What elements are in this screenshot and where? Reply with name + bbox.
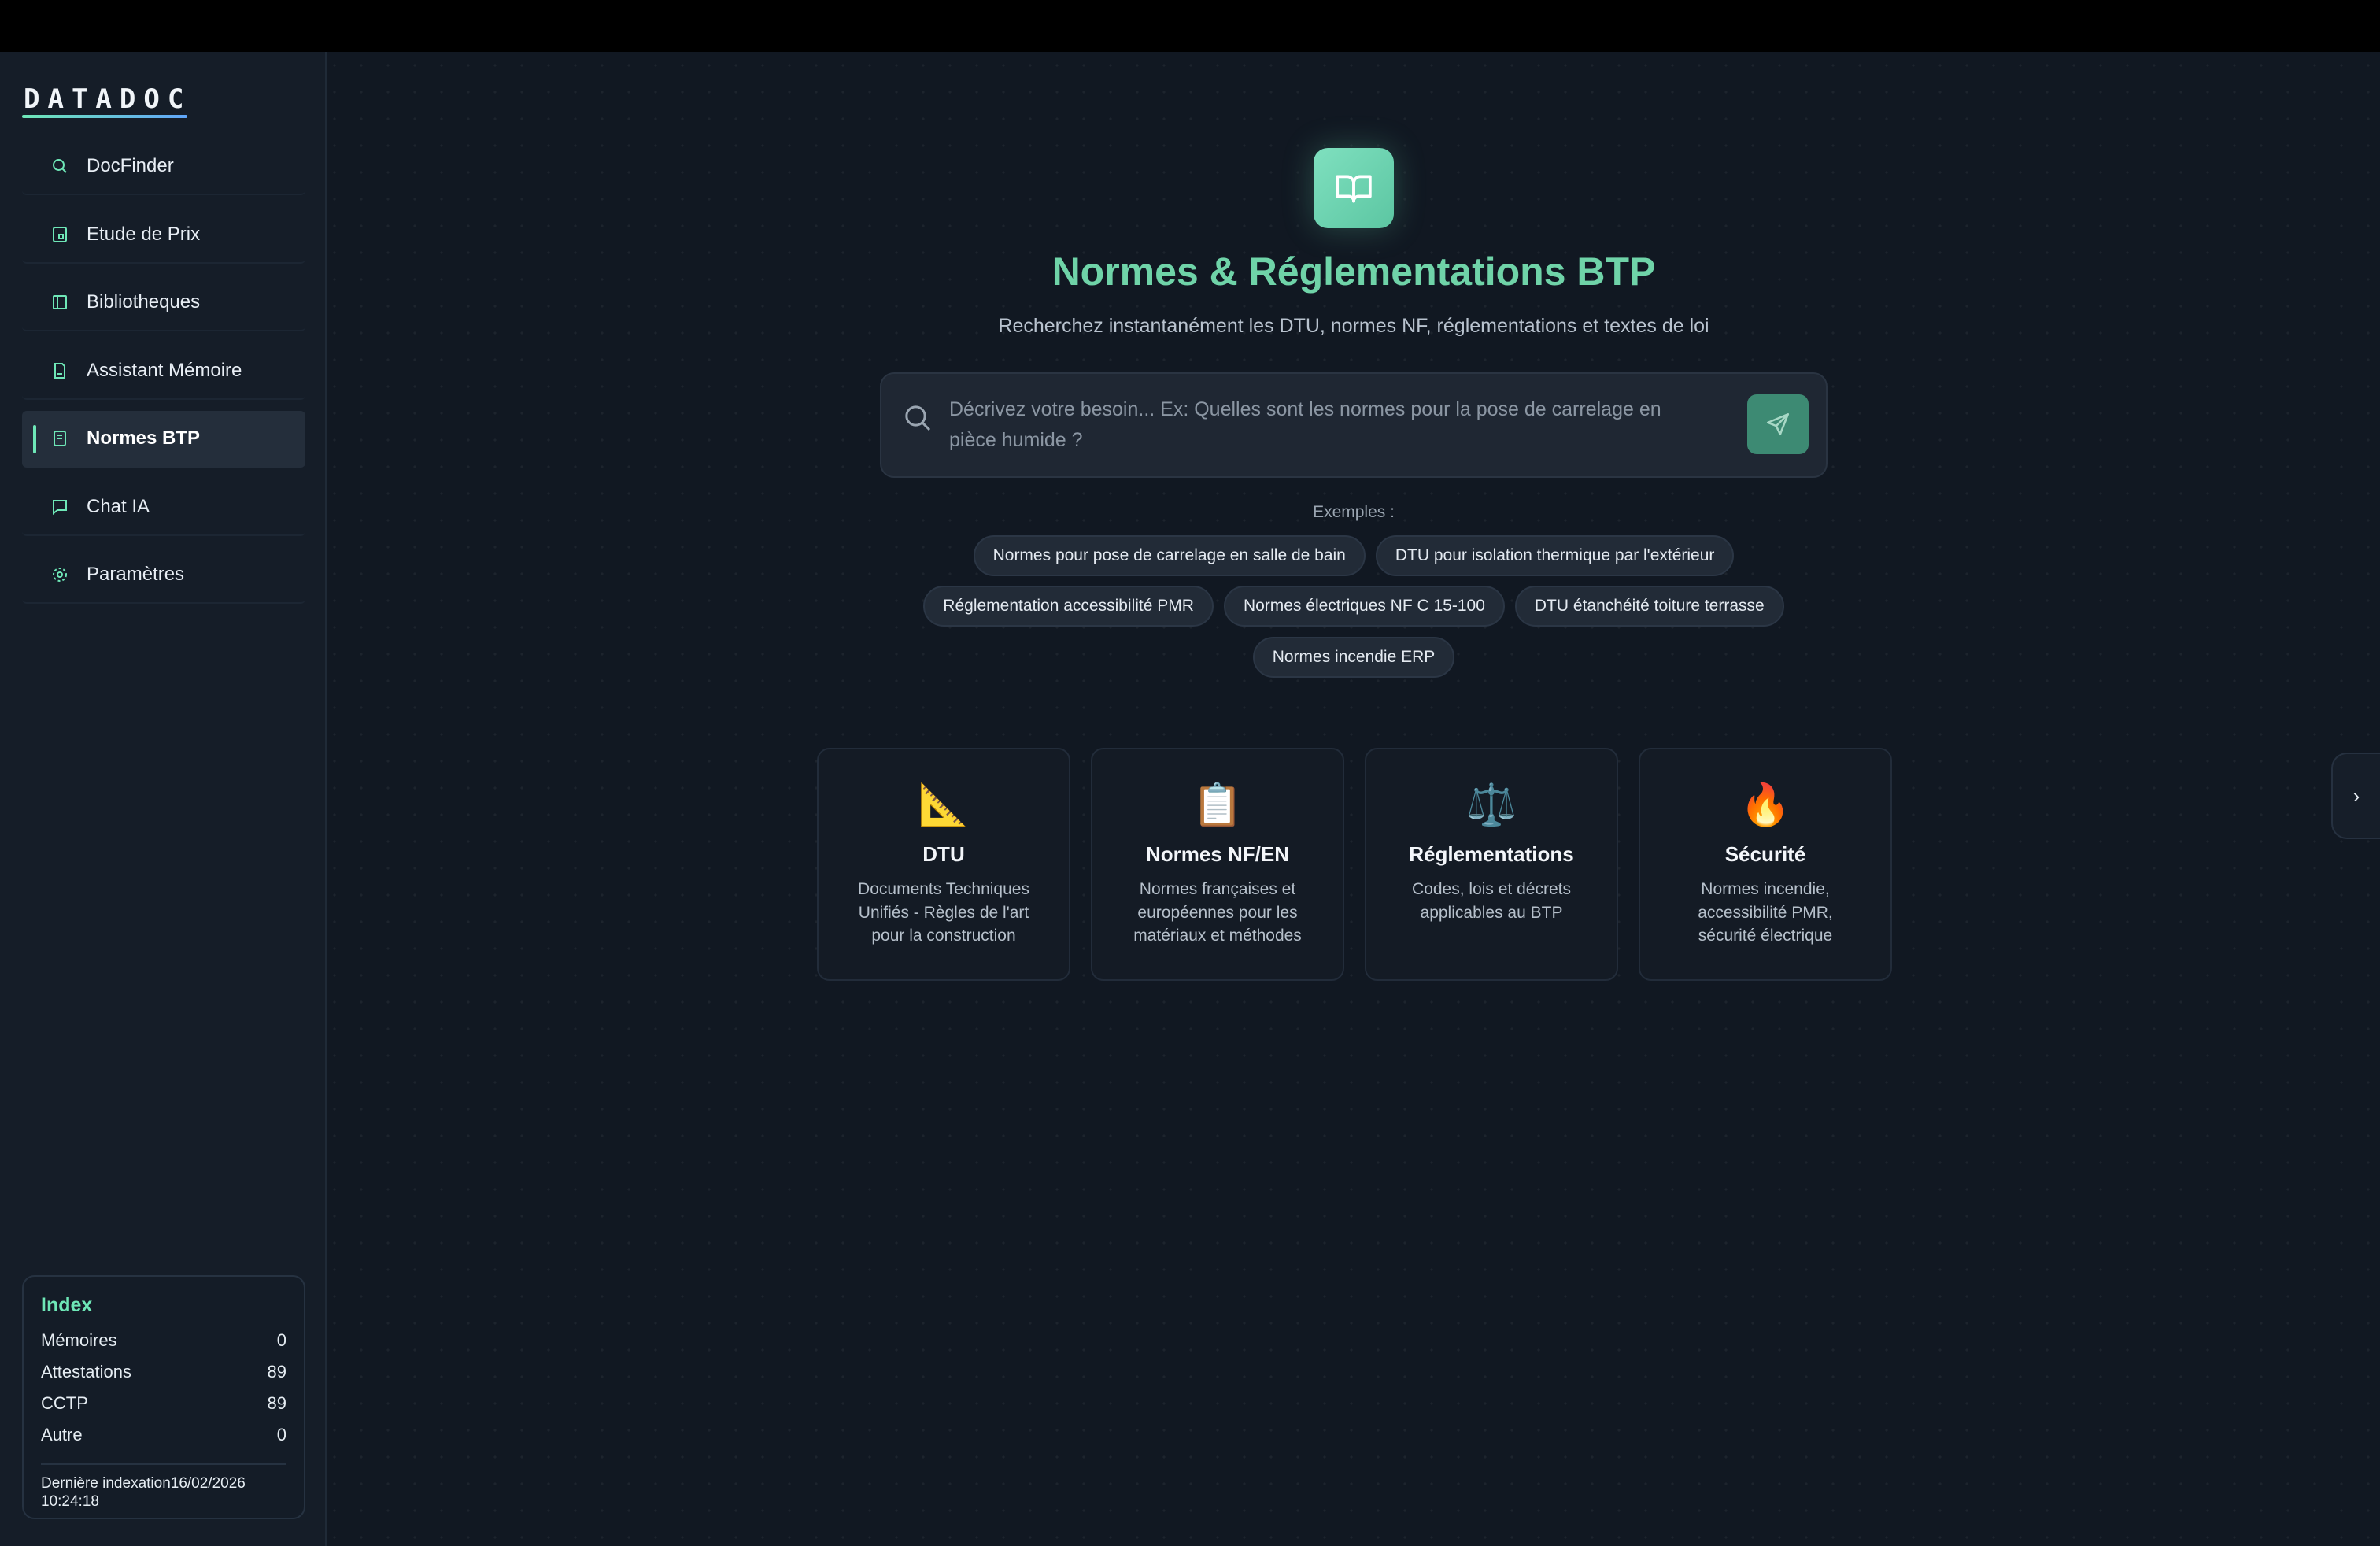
sidebar-item-docfinder[interactable]: DocFinder [22, 139, 305, 195]
example-chip[interactable]: Normes incendie ERP [1252, 637, 1455, 678]
logo-underline [22, 115, 187, 118]
send-icon [1766, 412, 1790, 436]
index-title: Index [41, 1294, 93, 1316]
sidebar-item-parametres[interactable]: Paramètres [22, 547, 305, 604]
calculator-icon [42, 217, 77, 252]
category-card-reglementations[interactable]: ⚖️ Réglementations Codes, lois et décret… [1365, 748, 1618, 981]
sidebar-item-label: Bibliotheques [87, 291, 201, 313]
card-title: Normes NF/EN [1145, 842, 1290, 866]
chevron-right-icon: › [2352, 783, 2360, 808]
sidebar-item-normes-btp[interactable]: Normes BTP [22, 411, 305, 468]
card-title: Réglementations [1409, 842, 1574, 866]
examples-label: Exemples : [1313, 503, 1395, 521]
last-indexation-label: Dernière indexation [41, 1475, 171, 1492]
sidebar-item-chat-ia[interactable]: Chat IA [22, 479, 305, 536]
card-title: DTU [922, 842, 965, 866]
index-row-label: CCTP [41, 1393, 88, 1413]
search-box [880, 372, 1828, 478]
search-input[interactable] [949, 394, 1713, 462]
last-indexation-time: 10:24:18 [41, 1493, 99, 1510]
card-description: Normes incendie, accessibilité PMR, sécu… [1698, 880, 1833, 945]
sidebar-item-label: DocFinder [87, 155, 174, 176]
examples-row: Normes pour pose de carrelage en salle d… [803, 535, 1905, 576]
search-icon [42, 149, 77, 183]
app-root: DATADOC DocFinder Etude de Prix Biblioth… [0, 52, 2380, 1546]
sidebar-item-assistant-memoire[interactable]: Assistant Mémoire [22, 343, 305, 400]
example-chip[interactable]: Normes pour pose de carrelage en salle d… [973, 535, 1366, 576]
library-icon [42, 285, 77, 320]
panel-toggle-button[interactable]: › [2331, 753, 2380, 839]
last-indexation: Dernière indexation16/02/2026 10:24:18 [41, 1474, 286, 1511]
sidebar-item-label: Etude de Prix [87, 223, 201, 245]
examples-row: Réglementation accessibilité PMR Normes … [803, 586, 1905, 627]
index-divider [41, 1463, 286, 1465]
search-icon [902, 402, 933, 434]
sidebar-item-label: Assistant Mémoire [87, 359, 242, 381]
sidebar: DATADOC DocFinder Etude de Prix Biblioth… [0, 52, 327, 1546]
example-chip[interactable]: Réglementation accessibilité PMR [923, 586, 1214, 627]
index-row-value: 0 [276, 1330, 286, 1350]
index-row-value: 89 [267, 1393, 286, 1413]
index-row: Attestations 89 [41, 1356, 286, 1388]
document-icon [42, 353, 77, 388]
category-card-normes[interactable]: 📋 Normes NF/EN Normes françaises et euro… [1091, 748, 1344, 981]
sidebar-item-label: Chat IA [87, 495, 150, 517]
sidebar-item-label: Normes BTP [87, 427, 201, 449]
sidebar-item-etude-de-prix[interactable]: Etude de Prix [22, 207, 305, 264]
app-logo[interactable]: DATADOC [24, 83, 191, 115]
card-description: Codes, lois et décrets applicables au BT… [1412, 880, 1571, 922]
last-indexation-date: 16/02/2026 [170, 1475, 246, 1492]
index-row: CCTP 89 [41, 1388, 286, 1419]
scales-icon: ⚖️ [1465, 782, 1517, 829]
example-chip[interactable]: Normes électriques NF C 15-100 [1223, 586, 1505, 627]
index-row: Autre 0 [41, 1419, 286, 1451]
sidebar-item-bibliotheques[interactable]: Bibliotheques [22, 275, 305, 331]
category-cards: 📐 DTU Documents Techniques Unifiés - Règ… [817, 748, 1892, 981]
card-description: Normes françaises et européennes pour le… [1133, 880, 1302, 945]
index-row-label: Attestations [41, 1362, 131, 1381]
hero-book-icon [1314, 148, 1394, 228]
window-top-bar [0, 0, 2380, 52]
sidebar-item-label: Paramètres [87, 564, 185, 585]
category-card-securite[interactable]: 🔥 Sécurité Normes incendie, accessibilit… [1639, 748, 1892, 981]
category-card-dtu[interactable]: 📐 DTU Documents Techniques Unifiés - Règ… [817, 748, 1070, 981]
index-row-label: Autre [41, 1425, 83, 1444]
sidebar-nav: DocFinder Etude de Prix Bibliotheques As… [22, 139, 305, 616]
index-row-value: 0 [276, 1425, 286, 1444]
card-description: Documents Techniques Unifiés - Règles de… [858, 880, 1029, 945]
send-button[interactable] [1747, 394, 1809, 454]
page-title: Normes & Réglementations BTP [1051, 250, 1656, 294]
fire-icon: 🔥 [1739, 782, 1791, 829]
index-panel: Index Mémoires 0 Attestations 89 CCTP 89… [22, 1275, 305, 1519]
card-title: Sécurité [1724, 842, 1806, 866]
index-row-label: Mémoires [41, 1330, 117, 1350]
book-icon [42, 421, 77, 456]
index-row-value: 89 [267, 1362, 286, 1381]
chat-icon [42, 490, 77, 524]
page-subtitle: Recherchez instantanément les DTU, norme… [998, 315, 1709, 337]
example-chip[interactable]: DTU pour isolation thermique par l'extér… [1375, 535, 1735, 576]
triangle-ruler-icon: 📐 [918, 782, 970, 829]
index-row: Mémoires 0 [41, 1325, 286, 1356]
example-chip[interactable]: DTU étanchéité toiture terrasse [1514, 586, 1784, 627]
examples-row: Normes incendie ERP [803, 637, 1905, 678]
gear-icon [42, 557, 77, 592]
clipboard-icon: 📋 [1192, 782, 1244, 829]
